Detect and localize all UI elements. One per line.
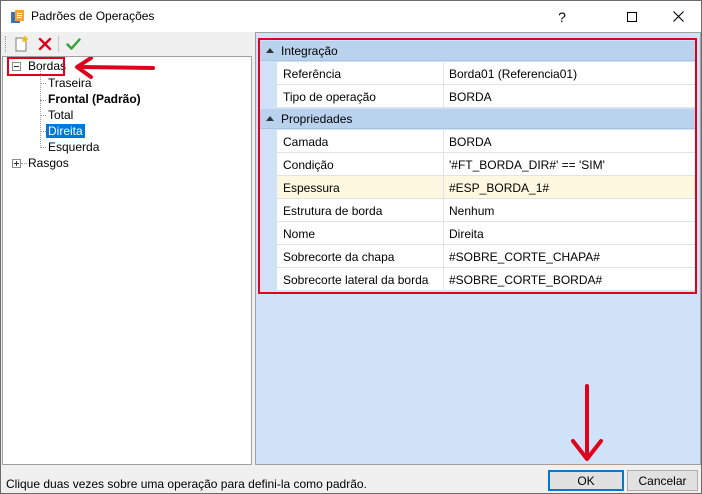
confirm-button[interactable] (63, 34, 83, 54)
tree-connector (40, 83, 46, 84)
new-item-icon (15, 36, 28, 52)
ok-button[interactable]: OK (548, 470, 624, 491)
annotation-arrow-down-icon (571, 384, 603, 461)
help-button[interactable]: ? (539, 1, 585, 32)
toolbar (2, 32, 252, 56)
tree-connector (40, 115, 46, 116)
tree-connector (21, 163, 27, 164)
tree-node-rasgos[interactable]: Rasgos (28, 156, 69, 171)
delete-icon (38, 37, 52, 51)
window-title: Padrões de Operações (31, 9, 155, 23)
bordas-highlight-box (7, 57, 65, 76)
close-icon (672, 11, 684, 22)
expand-rasgos-icon[interactable] (12, 159, 21, 168)
tree-connector (40, 147, 46, 148)
tree-node-frontal[interactable]: Frontal (Padrão) (48, 92, 141, 107)
delete-button[interactable] (35, 34, 55, 54)
tree-connector (40, 100, 46, 101)
tree-node-esquerda[interactable]: Esquerda (48, 140, 99, 155)
title-bar[interactable]: Padrões de Operações ? (1, 1, 701, 32)
status-hint: Clique duas vezes sobre uma operação par… (6, 477, 367, 491)
maximize-button[interactable] (609, 1, 655, 32)
operations-tree[interactable]: Bordas Traseira Frontal (Padrão) Total D… (2, 56, 252, 465)
close-button[interactable] (655, 1, 701, 32)
new-item-button[interactable] (11, 34, 31, 54)
confirm-check-icon (65, 38, 81, 50)
grid-highlight-box (258, 38, 697, 294)
toolbar-separator (58, 36, 59, 52)
dialog-window: Padrões de Operações ? Bordas Traseira F… (0, 0, 702, 494)
tree-node-total[interactable]: Total (48, 108, 73, 123)
tree-node-direita[interactable]: Direita (46, 124, 85, 139)
maximize-icon (627, 11, 637, 22)
help-icon: ? (558, 8, 566, 25)
app-icon (11, 10, 24, 23)
annotation-arrow-left-icon (75, 57, 155, 79)
cancel-button[interactable]: Cancelar (627, 470, 698, 491)
toolbar-grip[interactable] (5, 36, 8, 52)
property-panel: Integração Referência Borda01 (Referenci… (255, 32, 701, 465)
